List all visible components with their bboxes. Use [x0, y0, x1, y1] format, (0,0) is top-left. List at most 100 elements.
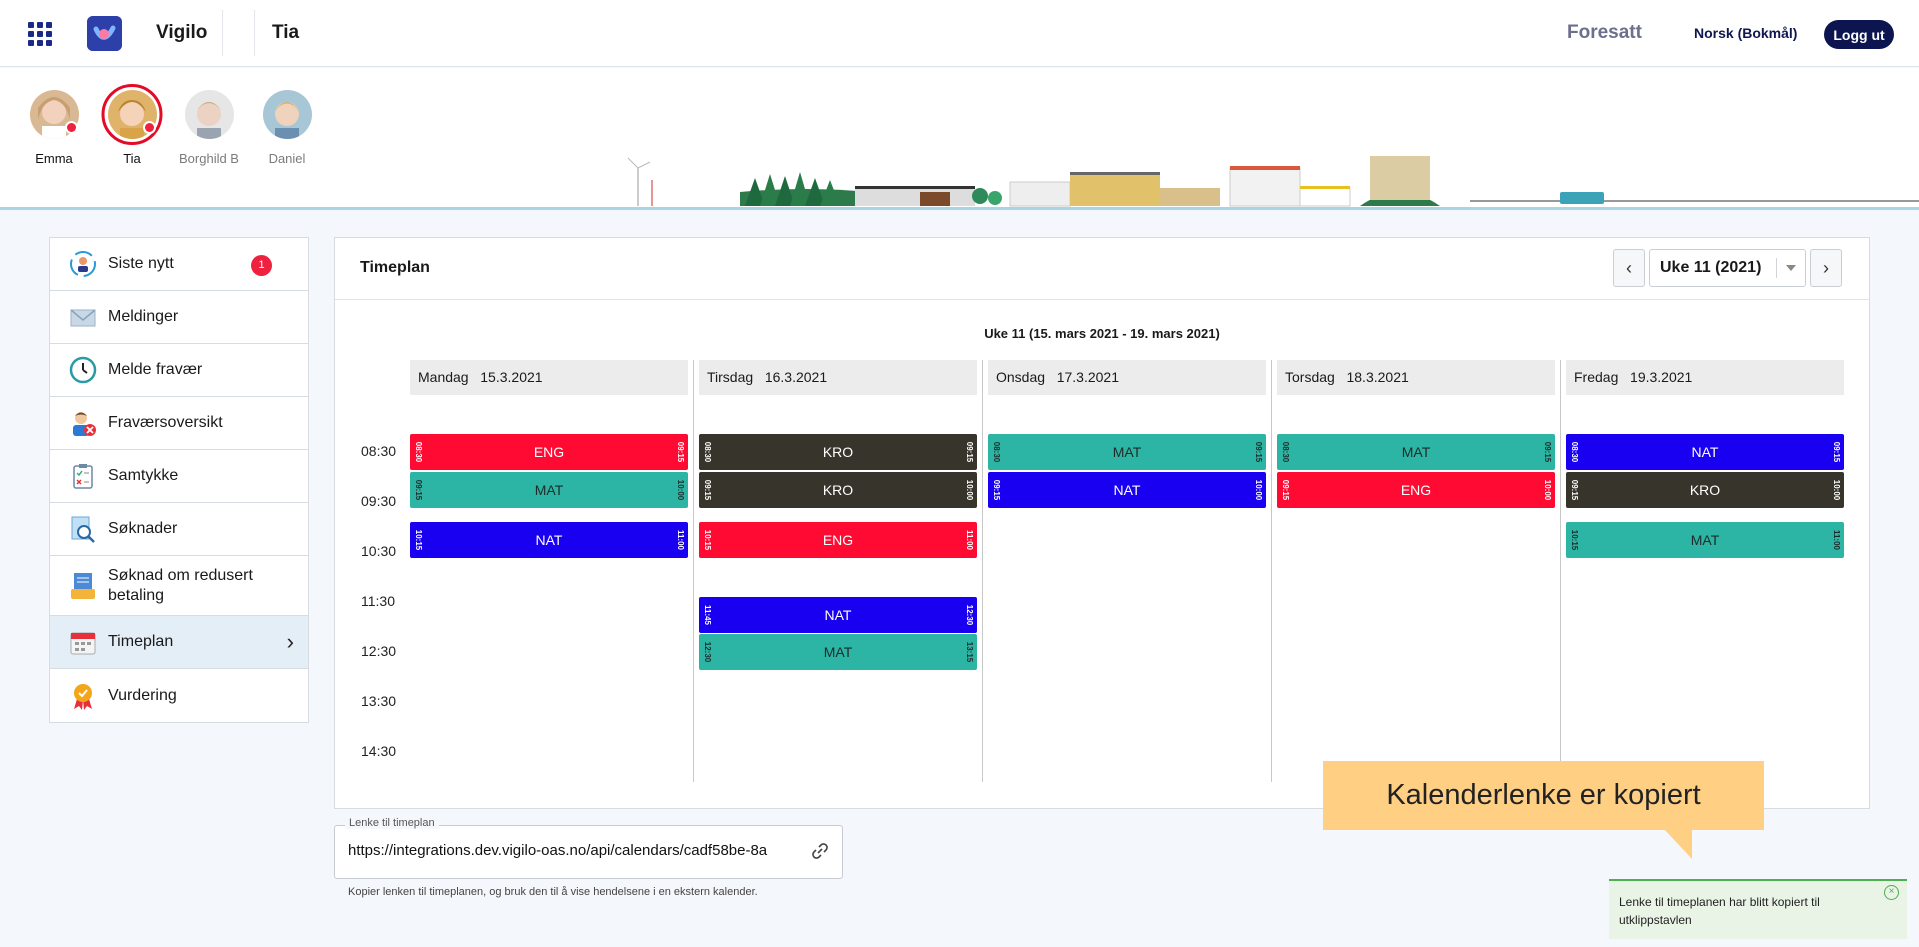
- menu-item-label: Meldinger: [108, 308, 179, 325]
- menu-item-melde-fravaer[interactable]: Melde fravær: [50, 344, 308, 397]
- calendar-link-legend: Lenke til timeplan: [345, 817, 439, 829]
- lesson-start-time: 09:15: [1279, 472, 1291, 508]
- lesson-block[interactable]: 09:15 ENG 10:00: [1277, 471, 1555, 508]
- child-name: Daniel: [268, 151, 306, 166]
- menu-item-label: Vurdering: [108, 686, 177, 704]
- time-label: 14:30: [361, 743, 397, 759]
- lesson-block[interactable]: 10:15 NAT 11:00: [410, 521, 688, 558]
- app-grid-icon[interactable]: [28, 22, 52, 46]
- lesson-start-time-text: 09:15: [414, 479, 423, 500]
- lesson-block[interactable]: 08:30 KRO 09:15: [699, 434, 977, 470]
- lesson-start-time: 10:15: [1568, 522, 1580, 558]
- clock-icon: [69, 356, 97, 384]
- lesson-start-time: 10:15: [701, 522, 713, 558]
- day-separator: [1560, 360, 1561, 782]
- lesson-subject: NAT: [535, 531, 563, 548]
- lesson-start-time: 09:15: [412, 472, 424, 508]
- lesson-block[interactable]: 09:15 NAT 10:00: [988, 471, 1266, 508]
- time-label: 11:30: [361, 593, 395, 609]
- menu-item-label: Samtykke: [108, 467, 179, 484]
- day-column: Torsdag 18.3.2021 08:30 MAT 09:15 09:15 ENG 10…: [1277, 360, 1555, 782]
- lesson-block[interactable]: 08:30 MAT 09:15: [988, 434, 1266, 470]
- day-separator: [1271, 360, 1272, 782]
- lesson-end-time: 10:00: [674, 472, 686, 508]
- day-name: Torsdag: [1285, 369, 1335, 385]
- day-header: Tirsdag 16.3.2021: [699, 360, 977, 395]
- lesson-end-time-text: 09:15: [1832, 441, 1841, 463]
- lesson-block[interactable]: 09:15 KRO 10:00: [699, 471, 977, 508]
- absence-person-icon: [73, 412, 96, 436]
- lesson-end-time: 09:15: [1830, 434, 1842, 470]
- day-name: Tirsdag: [707, 369, 754, 385]
- day-date: 19.3.2021: [1630, 369, 1693, 385]
- week-select[interactable]: Uke 11 (2021): [1649, 249, 1806, 287]
- language-selector[interactable]: Norsk (Bokmål): [1694, 25, 1797, 41]
- header-divider: [222, 10, 223, 56]
- logout-button[interactable]: Logg ut: [1824, 20, 1894, 49]
- lesson-end-time: 12:30: [963, 597, 975, 633]
- lesson-block[interactable]: 12:30 MAT 13:15: [699, 634, 977, 670]
- lesson-start-time-text: 09:15: [1281, 479, 1290, 500]
- calendar-link-input[interactable]: [348, 842, 804, 859]
- copy-link-icon[interactable]: [810, 841, 830, 861]
- lesson-end-time-text: 13:15: [965, 641, 974, 663]
- lesson-start-time-text: 10:15: [414, 529, 423, 550]
- lesson-start-time: 09:15: [701, 472, 713, 508]
- child-name: Tia: [123, 151, 141, 166]
- lesson-block[interactable]: 08:30 NAT 09:15: [1566, 434, 1844, 470]
- menu-item-siste-nytt[interactable]: Siste nytt 1: [50, 238, 308, 291]
- calendar-icon: [70, 632, 96, 655]
- time-label: 12:30: [361, 643, 397, 659]
- vigilo-logo[interactable]: [87, 16, 122, 51]
- lesson-start-time-text: 08:30: [414, 441, 423, 463]
- lesson-start-time-text: 09:15: [992, 479, 1001, 500]
- lesson-block[interactable]: 09:15 MAT 10:00: [410, 471, 688, 508]
- lesson-start-time-text: 11:45: [703, 604, 712, 625]
- lesson-block[interactable]: 08:30 MAT 09:15: [1277, 434, 1555, 470]
- menu-item-soknad-redusert-betaling[interactable]: Søknad om redusert betaling: [50, 556, 308, 616]
- menu-item-timeplan[interactable]: Timeplan ›: [50, 616, 308, 669]
- child-daniel[interactable]: Daniel: [252, 90, 322, 166]
- lesson-end-time: 09:15: [1252, 434, 1264, 470]
- menu-item-meldinger[interactable]: Meldinger: [50, 291, 308, 344]
- menu-item-label: Fraværsoversikt: [108, 414, 223, 431]
- lesson-start-time: 09:15: [990, 472, 1002, 508]
- lesson-subject: NAT: [824, 606, 852, 623]
- lesson-start-time-text: 08:30: [992, 441, 1001, 463]
- day-header: Onsdag 17.3.2021: [988, 360, 1266, 395]
- child-name: Borghild B: [179, 151, 239, 166]
- lesson-block[interactable]: 10:15 MAT 11:00: [1566, 521, 1844, 558]
- lesson-end-time: 10:00: [963, 472, 975, 508]
- day-date: 16.3.2021: [764, 369, 828, 385]
- child-borghild[interactable]: Borghild B: [174, 90, 244, 166]
- close-icon[interactable]: ×: [1884, 885, 1899, 900]
- unread-badge: 1: [251, 255, 272, 276]
- previous-week-button[interactable]: ‹: [1613, 249, 1645, 287]
- menu-item-soknader[interactable]: Søknader: [50, 503, 308, 556]
- children-selector: Emma Tia Borghild B Daniel: [0, 68, 1919, 210]
- lesson-end-time-text: 09:15: [1543, 441, 1552, 463]
- day-header: Mandag 15.3.2021: [410, 360, 688, 395]
- lesson-end-time-text: 11:00: [965, 529, 974, 550]
- lesson-end-time-text: 12:30: [965, 604, 974, 625]
- award-ribbon-icon: [74, 683, 92, 710]
- lesson-block[interactable]: 09:15 KRO 10:00: [1566, 471, 1844, 508]
- child-emma[interactable]: Emma: [19, 90, 89, 166]
- toast-message: Lenke til timeplanen har blitt kopiert t…: [1619, 895, 1820, 927]
- header-divider: [254, 10, 255, 56]
- avatar: [184, 90, 234, 139]
- timetable-panel: Timeplan ‹ Uke 11 (2021) › Uke 11 (15. m…: [334, 237, 1870, 809]
- lesson-block[interactable]: 10:15 ENG 11:00: [699, 521, 977, 558]
- lesson-block[interactable]: 08:30 ENG 09:15: [410, 434, 688, 470]
- menu-item-samtykke[interactable]: Samtykke: [50, 450, 308, 503]
- day-name: Fredag: [1574, 369, 1619, 385]
- lesson-block[interactable]: 11:45 NAT 12:30: [699, 596, 977, 633]
- menu-item-vurdering[interactable]: Vurdering: [50, 669, 308, 722]
- lesson-end-time: 10:00: [1252, 472, 1264, 508]
- lesson-end-time-text: 10:00: [1254, 479, 1263, 500]
- child-tia[interactable]: Tia: [97, 84, 167, 166]
- side-menu: Siste nytt 1 Meldinger Melde fravær Frav…: [49, 237, 309, 723]
- day-name: Onsdag: [996, 369, 1046, 385]
- menu-item-fravaersoversikt[interactable]: Fraværsoversikt: [50, 397, 308, 450]
- next-week-button[interactable]: ›: [1810, 249, 1842, 287]
